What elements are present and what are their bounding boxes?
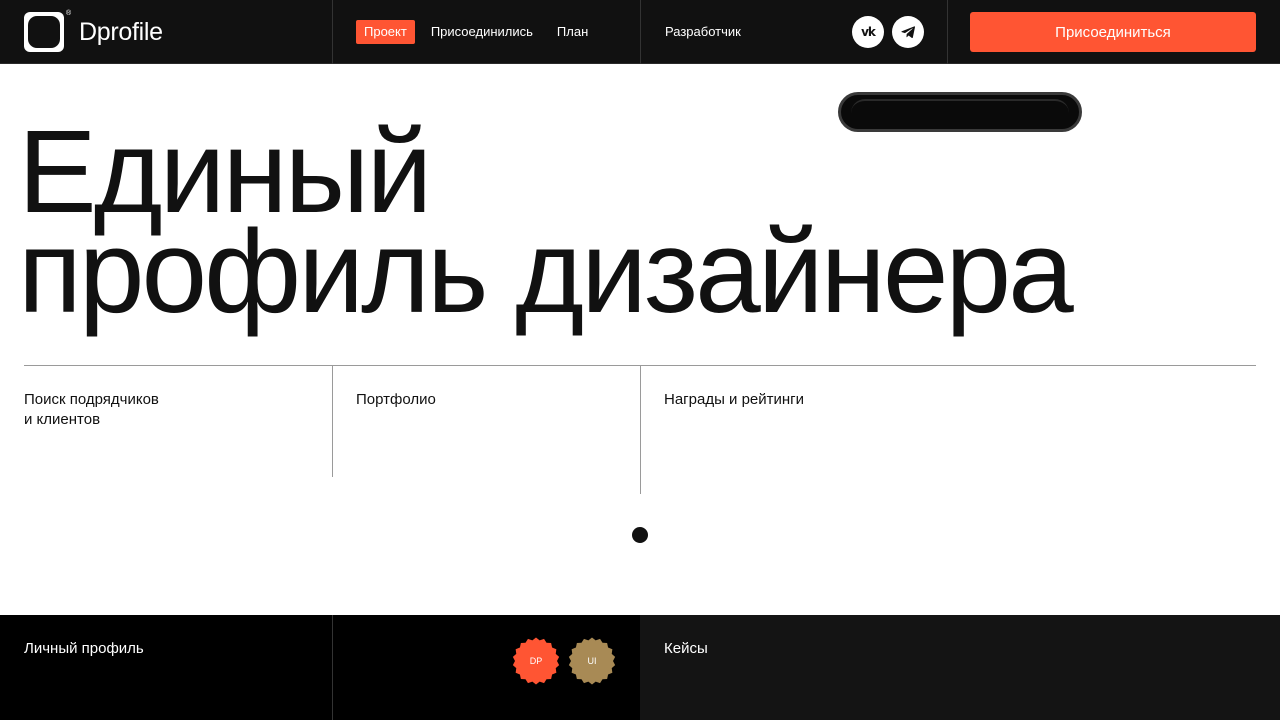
feature-search-contractors: Поиск подрядчиков и клиентов bbox=[24, 390, 159, 430]
column-divider bbox=[332, 366, 333, 477]
telegram-icon bbox=[901, 26, 915, 39]
header-divider bbox=[947, 0, 948, 64]
nav-item-developer[interactable]: Разработчик bbox=[665, 20, 741, 44]
header-divider bbox=[640, 0, 641, 64]
nav-item-joined[interactable]: Присоединились bbox=[423, 20, 541, 44]
badge-dp-text: DP bbox=[529, 656, 543, 666]
badge-dp: DP bbox=[512, 637, 560, 685]
feature-awards: Награды и рейтинги bbox=[664, 390, 804, 410]
telegram-button[interactable] bbox=[892, 16, 924, 48]
cases-panel: Кейсы bbox=[640, 615, 1280, 720]
feature-label: и клиентов bbox=[24, 411, 101, 428]
top-header: ® Dprofile Проект Присоединились План Ра… bbox=[0, 0, 1280, 64]
feature-portfolio: Портфолио bbox=[356, 390, 436, 410]
logo-registered-mark: ® bbox=[66, 10, 72, 17]
logo[interactable]: ® Dprofile bbox=[24, 10, 163, 52]
badge-ui: UI bbox=[568, 637, 616, 685]
personal-profile-label: Личный профиль bbox=[24, 640, 144, 657]
vk-button[interactable]: vk bbox=[852, 16, 884, 48]
badge-ui-text: UI bbox=[587, 656, 597, 666]
panel-divider bbox=[332, 615, 333, 720]
bottom-section: Личный профиль DP UI Кейсы bbox=[0, 615, 1280, 720]
personal-profile-panel: Личный профиль DP UI bbox=[0, 615, 640, 720]
logo-text: Dprofile bbox=[79, 17, 163, 46]
phone-mockup bbox=[838, 92, 1082, 132]
phone-screen bbox=[851, 99, 1069, 129]
hero-title-line-2: профиль дизайнера bbox=[18, 206, 1074, 338]
hero-title: Единый профиль дизайнера bbox=[18, 113, 1074, 338]
feature-label: Поиск подрядчиков bbox=[24, 391, 159, 408]
logo-icon bbox=[24, 12, 64, 52]
header-divider bbox=[332, 0, 333, 64]
vk-icon: vk bbox=[861, 25, 876, 39]
nav-item-project[interactable]: Проект bbox=[356, 20, 415, 44]
main-nav: Проект Присоединились План bbox=[356, 20, 604, 44]
feature-label: Портфолио bbox=[356, 391, 436, 408]
feature-label: Награды и рейтинги bbox=[664, 391, 805, 408]
cases-label: Кейсы bbox=[664, 640, 708, 657]
column-divider bbox=[640, 366, 641, 494]
join-button[interactable]: Присоединиться bbox=[970, 12, 1256, 52]
scroll-indicator-dot bbox=[632, 527, 648, 543]
nav-item-plan[interactable]: План bbox=[549, 20, 596, 44]
